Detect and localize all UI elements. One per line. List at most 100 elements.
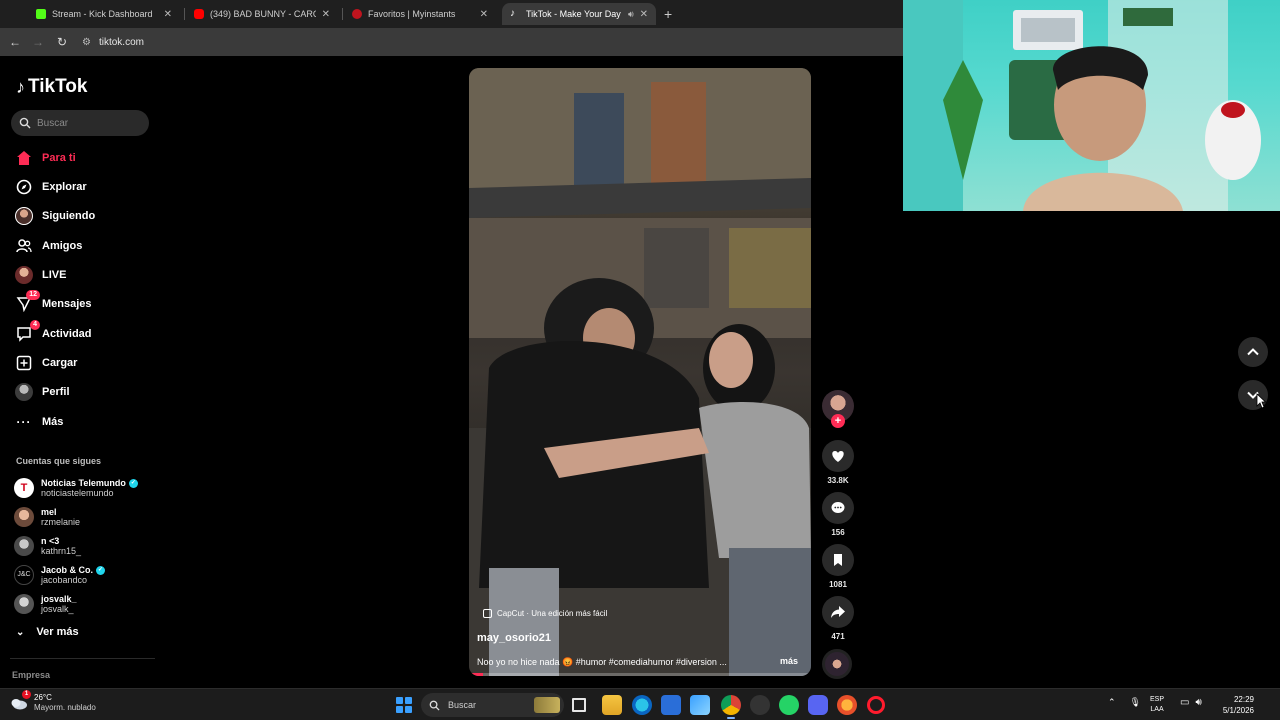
back-arrow-icon[interactable]: ← [7,34,23,50]
followed-account[interactable]: mel rzmelanie [14,504,154,530]
bookmark-icon [834,554,842,566]
see-more-button[interactable]: ⌄ Ver más [16,626,79,638]
like-button[interactable] [822,440,854,472]
search-icon [19,117,31,129]
browser-tab-kick[interactable]: Stream - Kick Dashboard ✕ [28,3,180,25]
tiktok-sidebar: ♪ TikTok Para ti Explorar Siguiendo Amig… [0,56,160,688]
search-input[interactable] [37,117,137,129]
tab-title: TikTok - Make Your Day [526,9,621,19]
tab-divider [342,8,343,20]
followed-account[interactable]: T Noticias Telemundo ✓ noticiastelemundo [14,475,154,501]
video-player[interactable]: CapCut · Una edición más fácil may_osori… [469,68,811,676]
tab-title: Favoritos | Myinstants [368,9,456,19]
share-arrow-icon [831,606,845,618]
account-username: noticiastelemundo [41,488,114,498]
music-disc-icon[interactable] [822,649,852,679]
browser-tab-myinstants[interactable]: Favoritos | Myinstants ✕ [344,3,496,25]
account-avatar [14,507,34,527]
nav-mensajes[interactable]: 12 Mensajes [14,290,154,316]
taskbar-search[interactable]: Buscar [421,693,564,717]
youtube-favicon-icon [194,9,204,19]
nav-label: Amigos [42,240,83,252]
close-tab-icon[interactable]: ✕ [322,9,330,20]
speaker-icon[interactable]: 🔊︎ [628,9,634,20]
video-progress-bar[interactable] [469,673,811,676]
capcut-watermark[interactable]: CapCut · Una edición más fácil [483,609,607,618]
video-author[interactable]: may_osorio21 [477,632,551,644]
nav-label: Perfil [42,386,70,398]
reload-icon[interactable]: ↻ [54,34,70,50]
photos-app-icon[interactable] [690,695,710,715]
whatsapp-icon[interactable] [779,695,799,715]
microphone-icon[interactable]: 🎙︎ [1130,697,1141,708]
browser-tab-youtube[interactable]: (349) BAD BUNNY - CARO | X100 ✕ [186,3,338,25]
close-tab-icon[interactable]: ✕ [640,9,648,20]
chrome-browser-icon[interactable] [721,695,741,715]
comment-count: 156 [831,528,845,537]
account-avatar: T [14,478,34,498]
browser-tab-tiktok[interactable]: ♪ TikTok - Make Your Day 🔊︎ ✕ [502,3,656,25]
chevron-up-icon [1247,348,1259,356]
new-tab-button[interactable]: + [664,6,672,22]
save-button[interactable] [822,544,854,576]
nav-actividad[interactable]: 4 Actividad [14,320,154,346]
opera-browser-icon[interactable] [867,696,885,714]
nav-amigos[interactable]: Amigos [14,234,154,258]
nav-mas[interactable]: ··· Más [14,410,154,434]
footer-link-empresa[interactable]: Empresa [12,670,50,680]
account-name: mel [41,507,57,517]
tray-chevron-up-icon[interactable]: ⌃ [1108,697,1116,708]
close-tab-icon[interactable]: ✕ [164,9,172,20]
nav-siguiendo[interactable]: Siguiendo [14,204,154,228]
previous-video-button[interactable] [1238,337,1268,367]
account-username: rzmelanie [41,517,81,527]
firefox-icon[interactable] [837,695,857,715]
activity-icon: 4 [14,320,40,344]
nav-para-ti[interactable]: Para ti [14,146,154,170]
nav-label: Más [42,416,64,428]
task-view-icon[interactable] [572,698,586,712]
file-explorer-icon[interactable] [602,695,622,715]
save-count: 1081 [829,580,847,589]
weather-temp: 26°C [34,693,52,702]
followed-account[interactable]: n <3 kathrn15_ [14,533,154,559]
compass-icon [14,177,34,197]
search-box[interactable] [11,110,149,136]
tiktok-logo[interactable]: ♪ TikTok [16,76,87,98]
edge-browser-icon[interactable] [632,695,652,715]
close-tab-icon[interactable]: ✕ [480,9,488,20]
nav-perfil[interactable]: Perfil [14,380,154,404]
obs-studio-icon[interactable] [750,695,770,715]
url-field[interactable]: ⚙ tiktok.com [82,33,882,51]
caption-more-link[interactable]: más [780,656,798,666]
account-avatar [14,536,34,556]
forward-arrow-icon[interactable]: → [30,34,46,50]
microsoft-store-icon[interactable] [661,695,681,715]
nav-explorar[interactable]: Explorar [14,175,154,199]
followed-account[interactable]: josvalk_ josvalk_ [14,591,154,617]
language-indicator[interactable]: ESP LAA [1150,695,1164,715]
discord-icon[interactable] [808,695,828,715]
nav-cargar[interactable]: Cargar [14,351,154,375]
clock-time: 22:29 [1233,695,1254,704]
follow-plus-icon[interactable]: + [831,414,845,428]
windows-start-button[interactable] [396,697,412,713]
share-button[interactable] [822,596,854,628]
lang-bottom: LAA [1150,706,1164,713]
heart-icon [832,451,844,462]
search-icon [429,700,440,711]
comment-button[interactable] [822,492,854,524]
following-avatar-icon [14,206,34,226]
search-highlight-image [534,697,560,713]
taskbar-search-label: Buscar [448,700,477,710]
taskbar-clock[interactable]: 22:29 5/1/2026 [1216,694,1254,716]
friends-icon [14,236,34,256]
clock-date: 5/1/2026 [1222,706,1254,715]
verified-icon: ✓ [128,478,138,488]
site-info-icon[interactable]: ⚙ [82,37,91,48]
nav-label: Para ti [42,152,76,164]
followed-account[interactable]: J&C Jacob & Co. ✓ jacobandco [14,562,154,588]
nav-live[interactable]: LIVE [14,263,154,287]
nav-label: Actividad [42,328,92,340]
quick-settings[interactable]: ▭ 🔊︎ [1180,697,1202,708]
